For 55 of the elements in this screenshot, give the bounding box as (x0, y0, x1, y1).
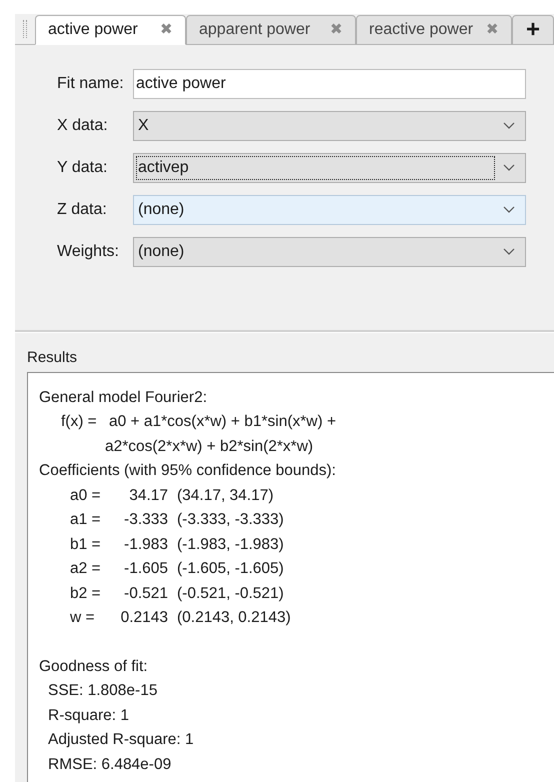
confidence-bounds: (-1.605, -1.605) (177, 559, 284, 579)
results-title: Results (27, 348, 78, 368)
coefficient-value: -1.605 (123, 559, 168, 579)
goodness-heading: Goodness of fit: (39, 656, 148, 676)
add-tab-button[interactable]: + (512, 15, 554, 45)
confidence-bounds: (0.2143, 0.2143) (177, 608, 291, 628)
chevron-down-icon (503, 164, 515, 172)
coefficient-name: w = (70, 608, 96, 628)
chevron-down-icon (503, 206, 515, 214)
coefficients-heading: Coefficients (with 95% confidence bounds): (39, 461, 336, 481)
tab-label: active power (48, 20, 138, 40)
confidence-bounds: (-0.521, -0.521) (177, 584, 284, 604)
coefficient-name: b1 = (70, 534, 102, 554)
dropdown-value: (none) (137, 242, 186, 262)
fit-name-field[interactable]: active power (133, 69, 526, 99)
coefficient-name: a0 = (70, 486, 102, 506)
field-label: Weights: (57, 242, 120, 262)
goodness-stat: SSE: 1.808e-15 (47, 681, 158, 701)
tab-label: apparent power (199, 20, 310, 40)
goodness-stat: R-square: 1 (47, 706, 129, 726)
confidence-bounds: (34.17, 34.17) (177, 486, 274, 506)
chevron-down-icon (503, 248, 515, 256)
tab[interactable]: apparent power ✖ (186, 15, 356, 45)
coefficient-name: b2 = (70, 584, 102, 604)
dropdown[interactable]: X (133, 111, 526, 141)
formula-line: a2*cos(2*x*w) + b2*sin(2*x*w) (104, 436, 314, 456)
coefficient-value: -0.521 (123, 584, 168, 604)
goodness-stat: Adjusted R-square: 1 (47, 730, 194, 750)
coefficient-value: 0.2143 (120, 608, 168, 628)
grip-icon (23, 20, 27, 38)
coefficient-name: a2 = (70, 559, 102, 579)
coefficient-value: -3.333 (123, 510, 168, 530)
field-label: Z data: (57, 200, 108, 220)
tab-label: reactive power (369, 20, 474, 40)
field-label: X data: (57, 116, 109, 136)
confidence-bounds: (-3.333, -3.333) (177, 510, 284, 530)
model-title: General model Fourier2: (39, 388, 208, 408)
confidence-bounds: (-1.983, -1.983) (177, 534, 284, 554)
chevron-down-icon (503, 122, 515, 130)
coefficient-name: a1 = (70, 510, 102, 530)
coefficient-value: -1.983 (123, 534, 168, 554)
dropdown-value: activep (136, 156, 495, 180)
field-label: Y data: (57, 158, 108, 178)
dropdown[interactable]: (none) (133, 237, 526, 267)
dropdown-value: X (137, 116, 150, 136)
dropdown-value: (none) (137, 200, 186, 220)
tab[interactable]: reactive power ✖ (356, 15, 512, 45)
formula-lhs: f(x) = (61, 412, 98, 432)
dropdown[interactable]: (none) (133, 195, 526, 225)
coefficient-value: 34.17 (128, 486, 168, 506)
goodness-stat: RMSE: 6.484e-09 (47, 754, 172, 774)
field-label: Fit name: (57, 74, 125, 94)
dropdown[interactable]: activep (133, 153, 526, 183)
formula-line: a0 + a1*cos(x*w) + b1*sin(x*w) + (109, 412, 336, 432)
tab[interactable]: active power ✖ (35, 15, 186, 45)
